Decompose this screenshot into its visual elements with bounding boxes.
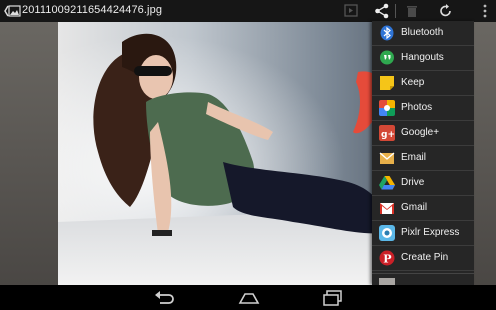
slideshow-icon[interactable]	[342, 2, 360, 20]
keep-icon	[380, 76, 394, 90]
share-item-google-plus[interactable]: g+ Google+	[372, 121, 474, 146]
action-bar: 20111009211654424476.jpg	[0, 0, 496, 22]
share-item-label: Email	[401, 152, 427, 163]
share-item-label: Drive	[401, 177, 425, 188]
pixlr-express-icon	[379, 225, 395, 241]
photos-icon	[379, 100, 395, 116]
share-item-hangouts[interactable]: Hangouts	[372, 46, 474, 71]
email-icon	[379, 152, 395, 164]
share-item-label: Gmail	[401, 202, 428, 213]
google-plus-icon: g+	[379, 125, 395, 141]
drive-icon	[379, 176, 395, 190]
partial-item-icon	[379, 278, 395, 285]
home-icon[interactable]	[237, 289, 261, 306]
gallery-home-icon[interactable]	[3, 3, 21, 19]
bluetooth-icon	[380, 25, 394, 41]
hangouts-icon	[380, 50, 394, 65]
menu-divider	[372, 273, 474, 274]
share-item-keep[interactable]: Keep	[372, 71, 474, 96]
svg-text:g+: g+	[381, 130, 395, 140]
recent-apps-icon[interactable]	[321, 289, 345, 306]
share-item-create-pin[interactable]: P Create Pin	[372, 246, 474, 271]
share-icon[interactable]	[373, 2, 391, 20]
photo-backdrop-left	[0, 22, 58, 285]
share-item-label: Hangouts	[401, 52, 444, 63]
file-title: 20111009211654424476.jpg	[22, 4, 163, 16]
delete-icon[interactable]	[403, 2, 421, 20]
share-item-label: Pixlr Express	[401, 227, 460, 238]
rotate-icon[interactable]	[437, 2, 455, 20]
share-item-bluetooth[interactable]: Bluetooth	[372, 21, 474, 46]
action-divider	[395, 4, 396, 18]
share-item-email[interactable]: Email	[372, 146, 474, 171]
gmail-icon	[380, 203, 394, 214]
share-item-pixlr-express[interactable]: Pixlr Express	[372, 221, 474, 246]
system-nav-bar	[0, 285, 496, 310]
overflow-menu-icon[interactable]	[476, 2, 494, 20]
share-item-photos[interactable]: Photos	[372, 96, 474, 121]
share-item-label: Google+	[401, 127, 440, 138]
share-item-label: Photos	[401, 102, 433, 113]
share-item-label: Create Pin	[401, 252, 449, 263]
svg-text:P: P	[383, 253, 391, 266]
back-icon[interactable]	[152, 289, 176, 306]
pinterest-icon: P	[379, 250, 395, 266]
share-item-gmail[interactable]: Gmail	[372, 196, 474, 221]
share-item-drive[interactable]: Drive	[372, 171, 474, 196]
share-menu: Bluetooth Hangouts Keep Photos g+ Google…	[372, 21, 474, 285]
share-item-label: Bluetooth	[401, 27, 444, 38]
share-item-label: Keep	[401, 77, 425, 88]
